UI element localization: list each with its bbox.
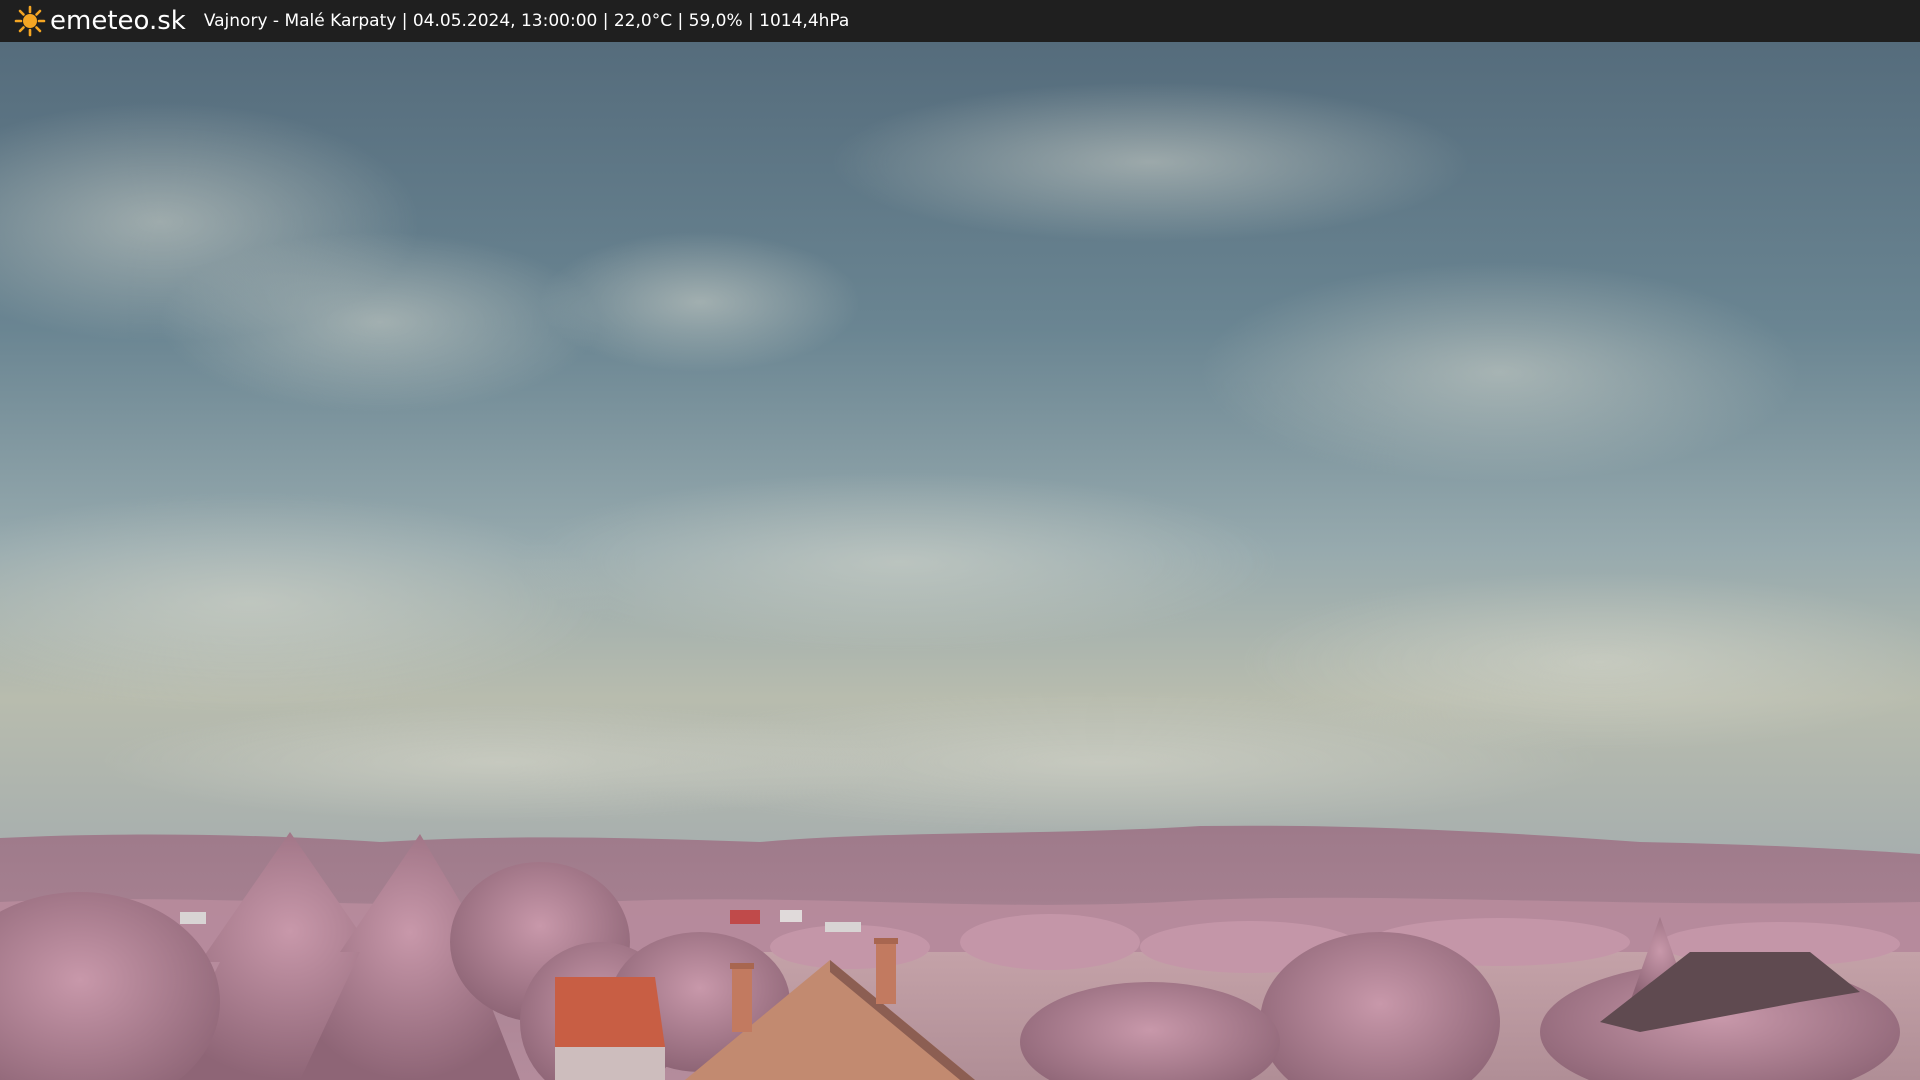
webcam-image: [0, 42, 1920, 1080]
sun-icon: [14, 5, 46, 37]
brand-logo[interactable]: emeteo.sk: [14, 5, 186, 37]
brand-name: emeteo.sk: [50, 6, 186, 36]
house-left: [555, 977, 665, 1080]
webcam-frame: emeteo.sk Vajnory - Malé Karpaty | 04.05…: [0, 0, 1920, 1080]
top-bar: emeteo.sk Vajnory - Malé Karpaty | 04.05…: [0, 0, 1920, 42]
weather-caption: Vajnory - Malé Karpaty | 04.05.2024, 13:…: [203, 11, 850, 31]
